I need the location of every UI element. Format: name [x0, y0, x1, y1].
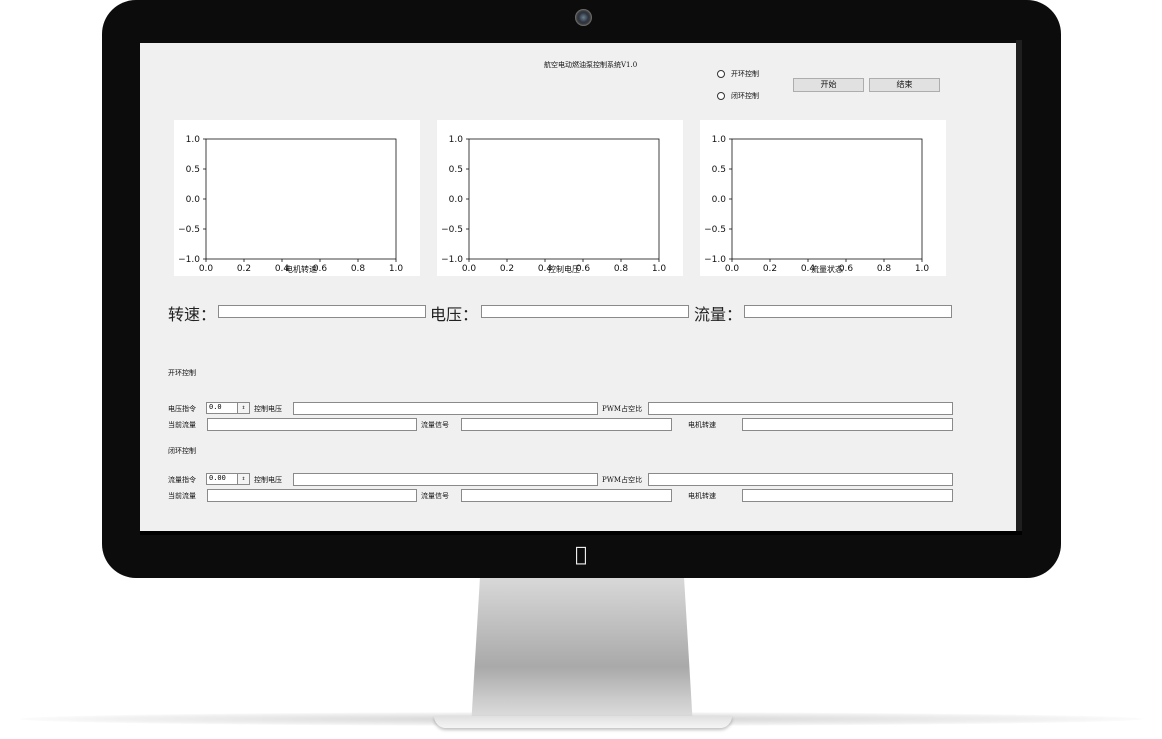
y-tick-label: −1.0 [704, 255, 726, 265]
control-voltage-plot: 0.0 0.2 0.4 0.6 0.8 1.0 1.0 0.5 0.0 −0.5 −1.0 控制电压 [437, 120, 683, 276]
speed-field[interactable] [218, 305, 426, 318]
x-tick-label: 0.8 [614, 264, 629, 274]
open-loop-pwm-field[interactable] [648, 402, 953, 415]
apple-logo-icon:  [568, 541, 594, 567]
x-axis-label: 流量状态 [811, 264, 843, 274]
flow-command-spinbox[interactable]: 0.00 ⇕ [206, 473, 250, 485]
open-loop-current-flow-field[interactable] [207, 418, 417, 431]
open-loop-pwm-label: PWM占空比 [602, 405, 643, 413]
monitor-stand-foot [434, 716, 732, 728]
plot-canvas: 0.0 0.2 0.4 0.6 0.8 1.01.00.50.0−0.5−1.0控制电压 [441, 135, 667, 274]
y-tick-label: −0.5 [704, 225, 726, 235]
closed-loop-radio[interactable] [717, 92, 725, 100]
y-tick-label: 1.0 [449, 135, 464, 145]
y-tick-label: 0.5 [186, 165, 200, 175]
closed-loop-radio-label: 闭环控制 [731, 92, 759, 100]
x-tick-label: 1.0 [652, 264, 667, 274]
voltage-command-value: 0.0 [209, 403, 222, 411]
open-loop-radio[interactable] [717, 70, 725, 78]
open-loop-section-title: 开环控制 [168, 369, 196, 377]
y-tick-label: 0.0 [449, 195, 464, 205]
start-button[interactable]: 开始 [793, 78, 864, 92]
plot-axes-frame [731, 138, 923, 260]
spin-arrows-icon[interactable]: ⇕ [237, 403, 249, 413]
flow-command-value: 0.00 [209, 474, 226, 482]
y-tick-label: −0.5 [178, 225, 200, 235]
y-tick-label: 1.0 [712, 135, 727, 145]
plot-axes-frame [205, 138, 397, 260]
monitor-stand [471, 577, 693, 727]
closed-loop-current-flow-label: 当前流量 [168, 492, 196, 500]
voltage-field[interactable] [481, 305, 689, 318]
closed-loop-section-title: 闭环控制 [168, 447, 196, 455]
closed-loop-current-flow-field[interactable] [207, 489, 417, 502]
y-tick-label: −0.5 [441, 225, 463, 235]
y-tick-label: 0.5 [712, 165, 726, 175]
x-tick-label: 1.0 [389, 264, 404, 274]
app-window: 航空电动燃油泵控制系统V1.0 开环控制 闭环控制 开始 结束 0.0 0.2 0.… [140, 43, 1016, 534]
closed-loop-motor-speed-field[interactable] [742, 489, 953, 502]
closed-loop-ctrl-voltage-label: 控制电压 [254, 476, 282, 484]
app-title: 航空电动燃油泵控制系统V1.0 [544, 61, 638, 69]
motor-speed-plot: 0.0 0.2 0.4 0.6 0.8 1.0 1.0 0.5 0.0 −0.5 −1.0 电机转速 [174, 120, 420, 276]
x-axis-label: 控制电压 [548, 264, 580, 274]
closed-loop-flow-signal-label: 流量信号 [421, 492, 449, 500]
y-tick-label: 0.0 [712, 195, 727, 205]
closed-loop-ctrl-voltage-field[interactable] [293, 473, 598, 486]
y-tick-label: 1.0 [186, 135, 201, 145]
end-button[interactable]: 结束 [869, 78, 940, 92]
open-loop-cmd-label: 电压指令 [168, 405, 196, 413]
x-axis-label: 电机转速 [285, 264, 317, 274]
voltage-label: 电压： [430, 305, 479, 324]
x-tick-label: 0.8 [351, 264, 366, 274]
screen-chin-line [140, 531, 1022, 535]
closed-loop-pwm-label: PWM占空比 [602, 476, 643, 484]
x-tick-label: 0.2 [763, 264, 777, 274]
closed-loop-flow-signal-field[interactable] [461, 489, 672, 502]
open-loop-radio-label: 开环控制 [731, 70, 759, 78]
x-tick-label: 0.2 [237, 264, 251, 274]
y-tick-label: 0.5 [449, 165, 463, 175]
y-tick-label: 0.0 [186, 195, 201, 205]
y-tick-label: −1.0 [441, 255, 463, 265]
x-tick-label: 0.8 [877, 264, 892, 274]
closed-loop-cmd-label: 流量指令 [168, 476, 196, 484]
open-loop-motor-speed-field[interactable] [742, 418, 953, 431]
closed-loop-pwm-field[interactable] [648, 473, 953, 486]
speed-label: 转速： [168, 305, 217, 324]
flow-field[interactable] [744, 305, 952, 318]
plot-canvas: 0.0 0.2 0.4 0.6 0.8 1.01.00.50.0−0.5−1.0流量状态 [704, 135, 930, 274]
spin-arrows-icon[interactable]: ⇕ [237, 474, 249, 484]
flow-label: 流量： [694, 305, 743, 324]
x-tick-label: 0.0 [725, 264, 740, 274]
closed-loop-motor-speed-label: 电机转速 [688, 492, 716, 500]
voltage-command-spinbox[interactable]: 0.0 ⇕ [206, 402, 250, 414]
open-loop-flow-signal-label: 流量信号 [421, 421, 449, 429]
open-loop-ctrl-voltage-field[interactable] [293, 402, 598, 415]
open-loop-motor-speed-label: 电机转速 [688, 421, 716, 429]
x-tick-label: 0.0 [462, 264, 477, 274]
camera-icon [575, 9, 592, 26]
y-tick-label: −1.0 [178, 255, 200, 265]
open-loop-flow-signal-field[interactable] [461, 418, 672, 431]
plot-canvas: 0.0 0.2 0.4 0.6 0.8 1.01.00.50.0−0.5−1.0电机转速 [178, 135, 404, 274]
screen-edge [1016, 40, 1022, 532]
flow-state-plot: 0.0 0.2 0.4 0.6 0.8 1.0 1.0 0.5 0.0 −0.5 −1.0 流量状态 [700, 120, 946, 276]
x-tick-label: 1.0 [915, 264, 930, 274]
x-tick-label: 0.2 [500, 264, 514, 274]
open-loop-current-flow-label: 当前流量 [168, 421, 196, 429]
plot-axes-frame [468, 138, 660, 260]
x-tick-label: 0.0 [199, 264, 214, 274]
open-loop-ctrl-voltage-label: 控制电压 [254, 405, 282, 413]
